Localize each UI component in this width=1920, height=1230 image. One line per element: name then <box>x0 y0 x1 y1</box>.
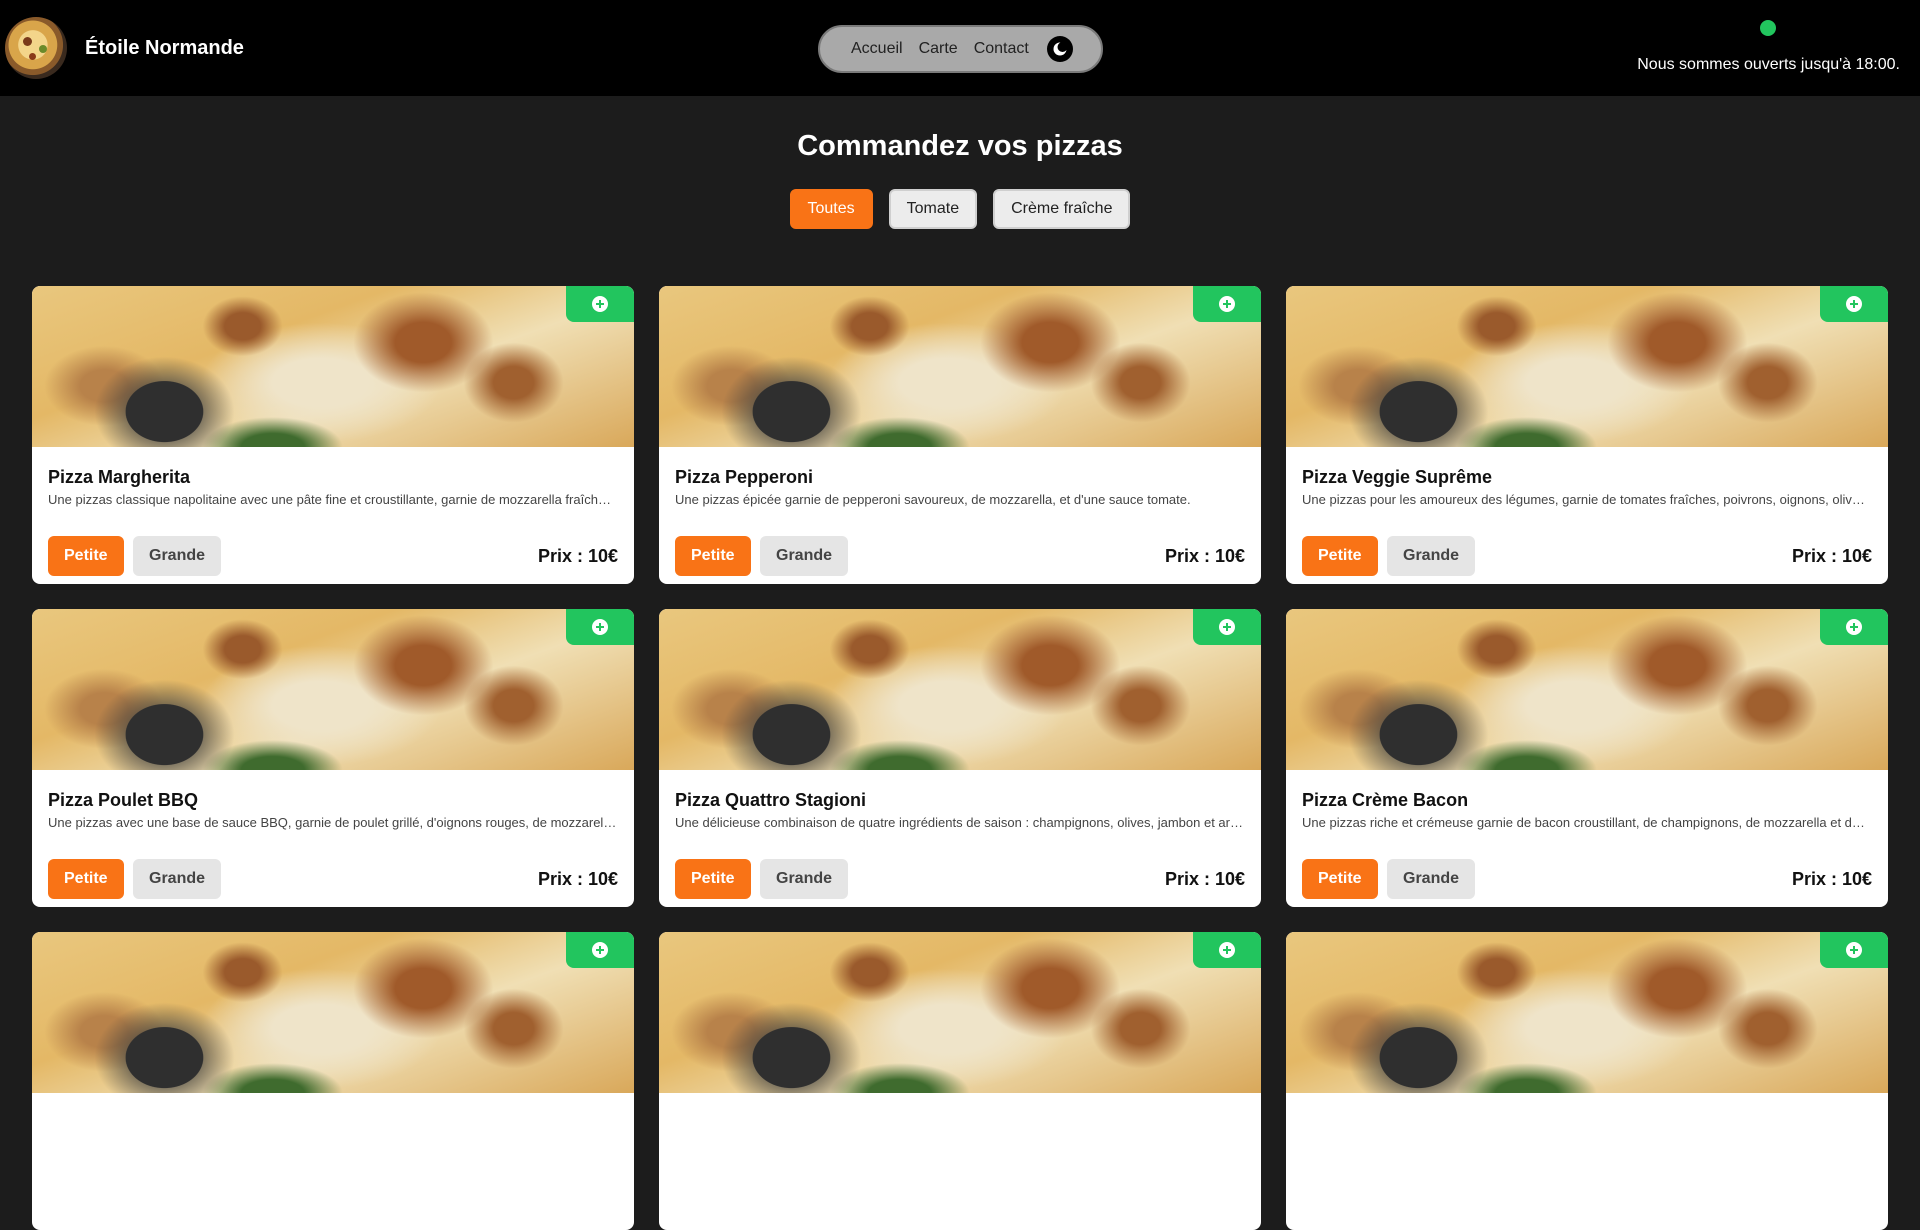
pizza-card: Pizza Crème Bacon Une pizzas riche et cr… <box>1286 609 1888 907</box>
filter-bar: Toutes Tomate Crème fraîche <box>0 189 1920 229</box>
moon-icon <box>1053 42 1068 56</box>
add-to-cart-button[interactable] <box>1820 609 1888 645</box>
pizza-description: Une pizzas riche et crémeuse garnie de b… <box>1302 815 1872 830</box>
add-to-cart-button[interactable] <box>566 932 634 968</box>
brand-name[interactable]: Étoile Normande <box>85 37 244 60</box>
size-grande-button[interactable]: Grande <box>760 536 849 576</box>
plus-circle-icon <box>592 296 608 312</box>
pizza-description: Une pizzas avec une base de sauce BBQ, g… <box>48 815 618 830</box>
pizza-description: Une délicieuse combinaison de quatre ing… <box>675 815 1245 830</box>
filter-creme-fraiche-button[interactable]: Crème fraîche <box>993 189 1131 229</box>
size-grande-button[interactable]: Grande <box>1387 536 1476 576</box>
size-grande-button[interactable]: Grande <box>1387 859 1476 899</box>
pizza-image <box>1286 932 1888 1093</box>
size-petite-button[interactable]: Petite <box>675 536 751 576</box>
logo-image[interactable] <box>5 17 67 79</box>
add-to-cart-button[interactable] <box>566 286 634 322</box>
filter-tomate-button[interactable]: Tomate <box>888 189 978 229</box>
pizza-image <box>1286 609 1888 770</box>
size-petite-button[interactable]: Petite <box>1302 859 1378 899</box>
pizza-card: Pizza Veggie Suprême Une pizzas pour les… <box>1286 286 1888 584</box>
pizza-image <box>1286 286 1888 447</box>
pizza-description: Une pizzas épicée garnie de pepperoni sa… <box>675 492 1191 507</box>
open-status-dot <box>1760 20 1776 36</box>
pizza-name: Pizza Poulet BBQ <box>48 790 199 810</box>
pizza-card <box>1286 932 1888 1230</box>
pizza-name: Pizza Quattro Stagioni <box>675 790 867 810</box>
pizza-card: Pizza Pepperoni Une pizzas épicée garnie… <box>659 286 1261 584</box>
nav-link-carte[interactable]: Carte <box>919 40 958 58</box>
pizza-card <box>32 932 634 1230</box>
plus-circle-icon <box>1846 619 1862 635</box>
size-grande-button[interactable]: Grande <box>760 859 849 899</box>
pizza-name: Pizza Crème Bacon <box>1302 790 1469 810</box>
pizza-price: Prix : 10€ <box>1164 869 1245 889</box>
pizza-price: Prix : 10€ <box>1164 546 1245 566</box>
plus-circle-icon <box>1846 942 1862 958</box>
size-grande-button[interactable]: Grande <box>133 536 222 576</box>
add-to-cart-button[interactable] <box>1193 932 1261 968</box>
main-nav: Accueil Carte Contact <box>818 25 1103 73</box>
pizza-image <box>659 286 1261 447</box>
plus-circle-icon <box>1219 296 1235 312</box>
size-petite-button[interactable]: Petite <box>48 536 124 576</box>
pizza-description: Une pizzas pour les amoureux des légumes… <box>1302 492 1872 507</box>
plus-circle-icon <box>592 619 608 635</box>
pizza-image <box>659 609 1261 770</box>
theme-toggle-button[interactable] <box>1046 36 1073 62</box>
plus-circle-icon <box>592 942 608 958</box>
nav-link-accueil[interactable]: Accueil <box>851 40 903 58</box>
add-to-cart-button[interactable] <box>1193 286 1261 322</box>
pizza-name: Pizza Pepperoni <box>675 467 814 487</box>
size-petite-button[interactable]: Petite <box>1302 536 1378 576</box>
pizza-image <box>32 932 634 1093</box>
pizza-card: Pizza Margherita Une pizzas classique na… <box>32 286 634 584</box>
size-petite-button[interactable]: Petite <box>675 859 751 899</box>
add-to-cart-button[interactable] <box>566 609 634 645</box>
pizza-grid: Pizza Margherita Une pizzas classique na… <box>32 286 1888 1230</box>
add-to-cart-button[interactable] <box>1193 609 1261 645</box>
pizza-price: Prix : 10€ <box>537 546 618 566</box>
pizza-image <box>659 932 1261 1093</box>
pizza-price: Prix : 10€ <box>1791 869 1872 889</box>
pizza-name: Pizza Veggie Suprême <box>1302 467 1493 487</box>
pizza-image <box>32 286 634 447</box>
plus-circle-icon <box>1219 942 1235 958</box>
add-to-cart-button[interactable] <box>1820 932 1888 968</box>
pizza-price: Prix : 10€ <box>537 869 618 889</box>
nav-link-contact[interactable]: Contact <box>974 40 1029 58</box>
add-to-cart-button[interactable] <box>1820 286 1888 322</box>
opening-hours-text: Nous sommes ouverts jusqu'à 18:00. <box>1637 56 1900 73</box>
pizza-description: Une pizzas classique napolitaine avec un… <box>48 492 618 507</box>
pizza-name: Pizza Margherita <box>48 467 191 487</box>
page-title: Commandez vos pizzas <box>797 130 1123 162</box>
size-grande-button[interactable]: Grande <box>133 859 222 899</box>
pizza-card: Pizza Poulet BBQ Une pizzas avec une bas… <box>32 609 634 907</box>
size-petite-button[interactable]: Petite <box>48 859 124 899</box>
pizza-price: Prix : 10€ <box>1791 546 1872 566</box>
plus-circle-icon <box>1846 296 1862 312</box>
plus-circle-icon <box>1219 619 1235 635</box>
pizza-card: Pizza Quattro Stagioni Une délicieuse co… <box>659 609 1261 907</box>
site-header: Étoile Normande Accueil Carte Contact No… <box>0 0 1920 96</box>
filter-toutes-button[interactable]: Toutes <box>789 189 873 229</box>
pizza-image <box>32 609 634 770</box>
pizza-card <box>659 932 1261 1230</box>
